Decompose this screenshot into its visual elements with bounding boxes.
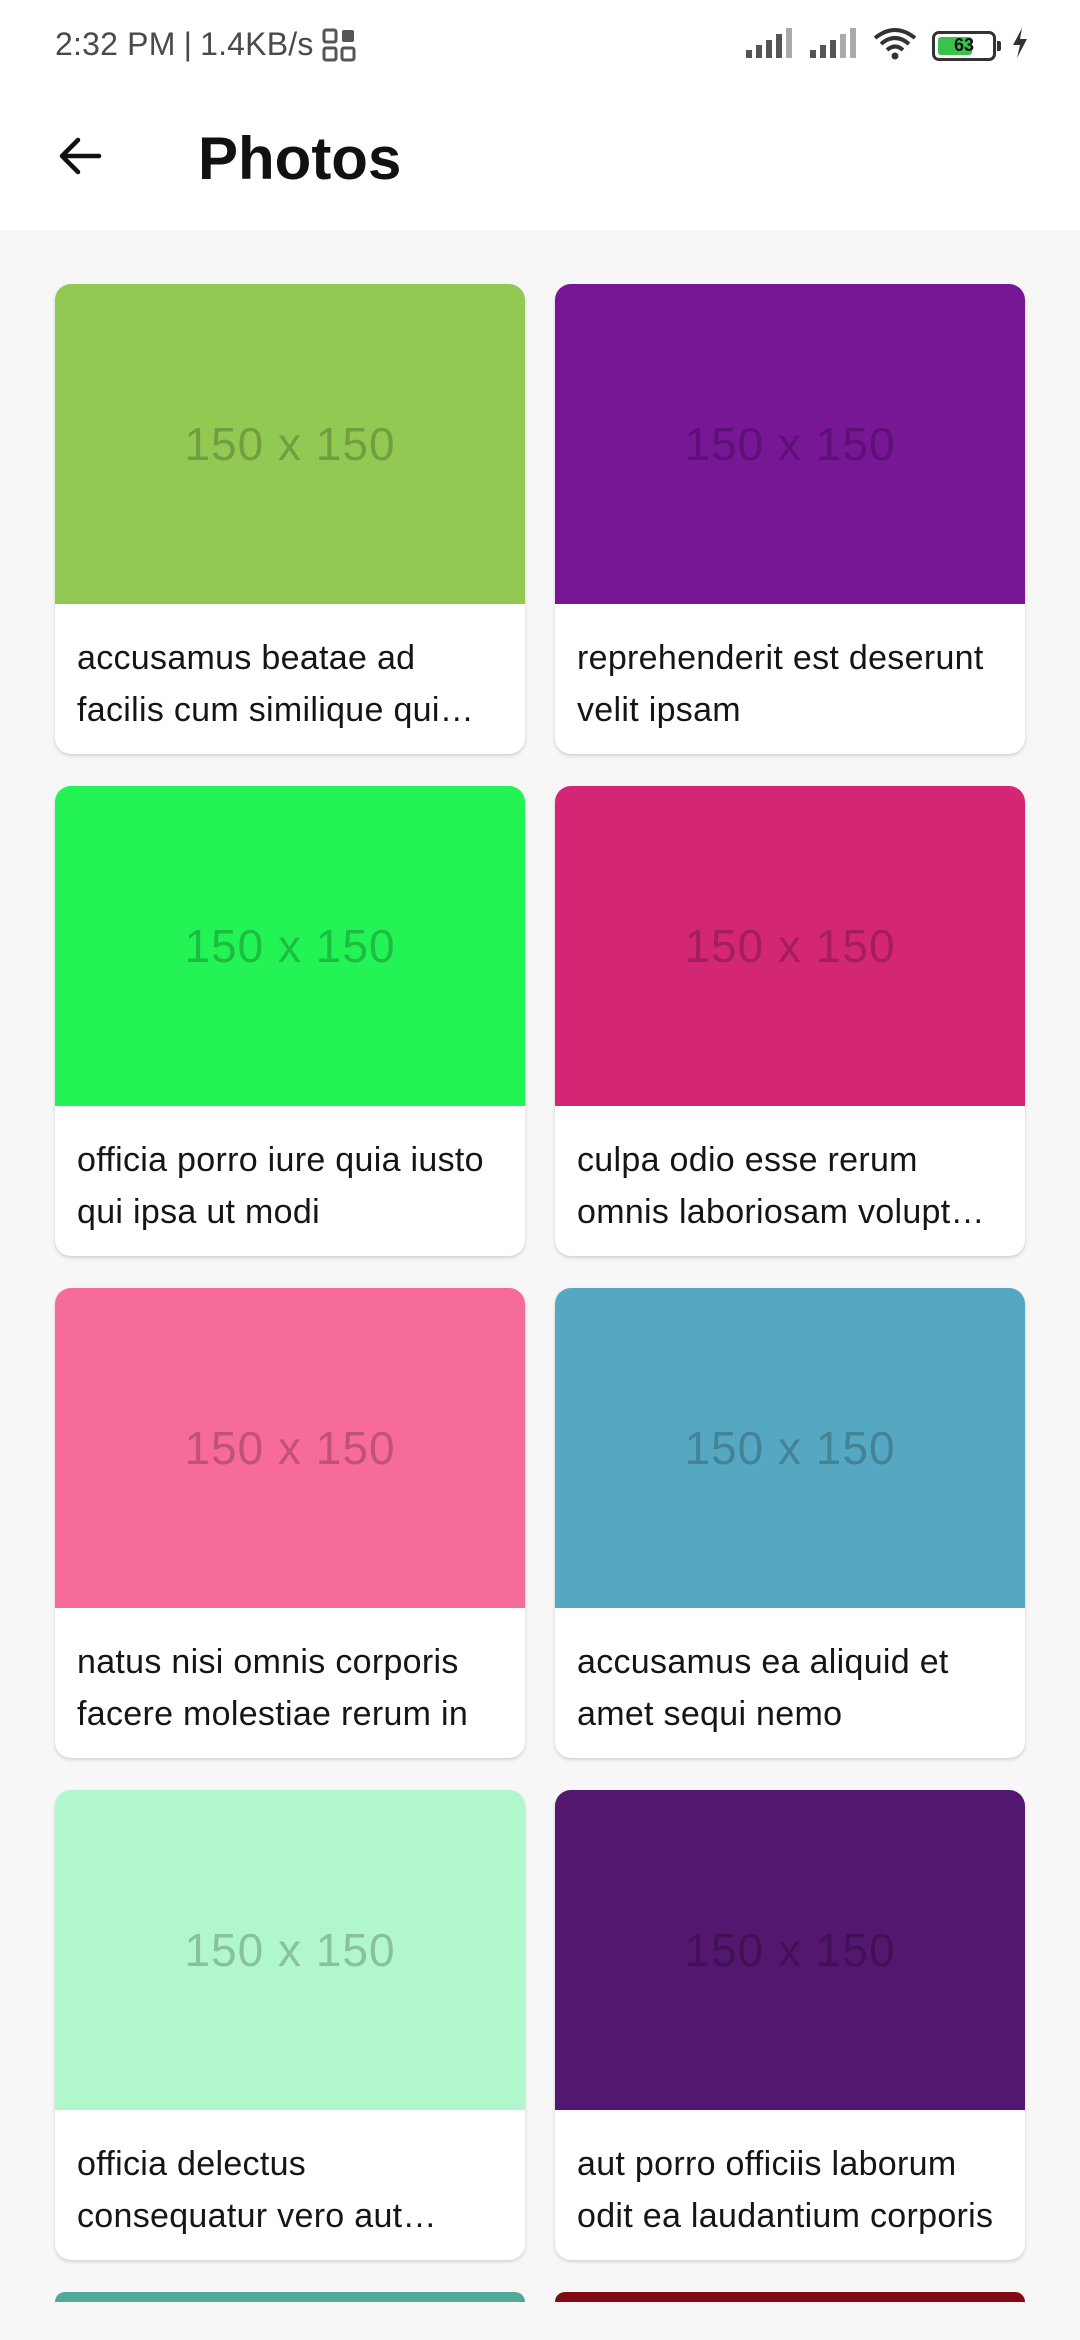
photo-card-partial[interactable] xyxy=(55,2292,525,2302)
photo-thumbnail: 150 x 150 xyxy=(555,786,1025,1106)
photo-thumbnail: 150 x 150 xyxy=(555,1790,1025,2110)
thumbnail-placeholder-text: 150 x 150 xyxy=(684,920,896,972)
photo-title: natus nisi omnis corporis facere molesti… xyxy=(77,1643,469,1733)
status-left: 2:32 PM | 1.4KB/s xyxy=(55,26,356,63)
photo-title: culpa odio esse rerum omnis laboriosam v… xyxy=(577,1141,999,1231)
photo-card[interactable]: 150 x 150 officia delectus consequatur v… xyxy=(55,1790,525,2260)
photo-card[interactable]: 150 x 150 natus nisi omnis corporis face… xyxy=(55,1288,525,1758)
photo-card[interactable]: 150 x 150 accusamus ea aliquid et amet s… xyxy=(555,1288,1025,1758)
photo-title: officia porro iure quia iusto qui ipsa u… xyxy=(77,1141,484,1231)
thumbnail-placeholder-text: 150 x 150 xyxy=(684,1924,896,1976)
photo-card[interactable]: 150 x 150 culpa odio esse rerum omnis la… xyxy=(555,786,1025,1256)
photo-card[interactable]: 150 x 150 officia porro iure quia iusto … xyxy=(55,786,525,1256)
battery-icon: 63 xyxy=(932,30,1001,61)
photo-thumbnail: 150 x 150 xyxy=(555,284,1025,604)
photo-thumbnail: 150 x 150 xyxy=(55,1790,525,2110)
photo-thumbnail: 150 x 150 xyxy=(55,786,525,1106)
signal-icon-2 xyxy=(808,26,858,65)
signal-icon xyxy=(744,26,794,65)
thumbnail-placeholder-text: 150 x 150 xyxy=(684,1422,896,1474)
photo-title: aut porro officiis laborum odit ea lauda… xyxy=(577,2145,994,2235)
photo-thumbnail: 150 x 150 xyxy=(55,284,525,604)
photo-title: officia delectus consequatur vero aut ve… xyxy=(77,2145,403,2235)
photo-thumbnail: 150 x 150 xyxy=(55,1288,525,1608)
photo-grid: 150 x 150 accusamus beatae ad facilis cu… xyxy=(55,284,1025,2302)
qr-icon xyxy=(322,28,356,62)
photo-card[interactable]: 150 x 150 reprehenderit est deserunt vel… xyxy=(555,284,1025,754)
battery-level: 63 xyxy=(953,34,975,55)
back-button[interactable] xyxy=(40,118,120,198)
photo-card[interactable]: 150 x 150 aut porro officiis laborum odi… xyxy=(555,1790,1025,2260)
page-title: Photos xyxy=(198,125,402,192)
status-bar: 2:32 PM | 1.4KB/s 63 xyxy=(0,0,1080,96)
photo-title: accusamus beatae ad facilis cum similiqu… xyxy=(77,639,440,729)
arrow-left-icon xyxy=(55,131,105,186)
battery-nub xyxy=(997,40,1001,51)
thumbnail-placeholder-text: 150 x 150 xyxy=(184,1422,396,1474)
status-right: 63 xyxy=(744,26,1030,65)
thumbnail-placeholder-text: 150 x 150 xyxy=(184,920,396,972)
photo-thumbnail: 150 x 150 xyxy=(555,1288,1025,1608)
photo-card[interactable]: 150 x 150 accusamus beatae ad facilis cu… xyxy=(55,284,525,754)
status-time: 2:32 PM xyxy=(55,26,176,62)
thumbnail-placeholder-text: 150 x 150 xyxy=(184,418,396,470)
network-speed: 1.4KB/s xyxy=(200,26,314,62)
wifi-icon xyxy=(872,26,918,65)
photo-card-partial[interactable] xyxy=(555,2292,1025,2302)
thumbnail-placeholder-text: 150 x 150 xyxy=(684,418,896,470)
thumbnail-placeholder-text: 150 x 150 xyxy=(184,1924,396,1976)
app-bar: Photos xyxy=(0,96,1080,230)
status-separator: | xyxy=(183,26,193,62)
photo-title: accusamus ea aliquid et amet sequi nemo xyxy=(577,1643,949,1733)
photo-title: reprehenderit est deserunt velit ipsam xyxy=(577,639,984,729)
charging-icon xyxy=(1010,26,1030,65)
